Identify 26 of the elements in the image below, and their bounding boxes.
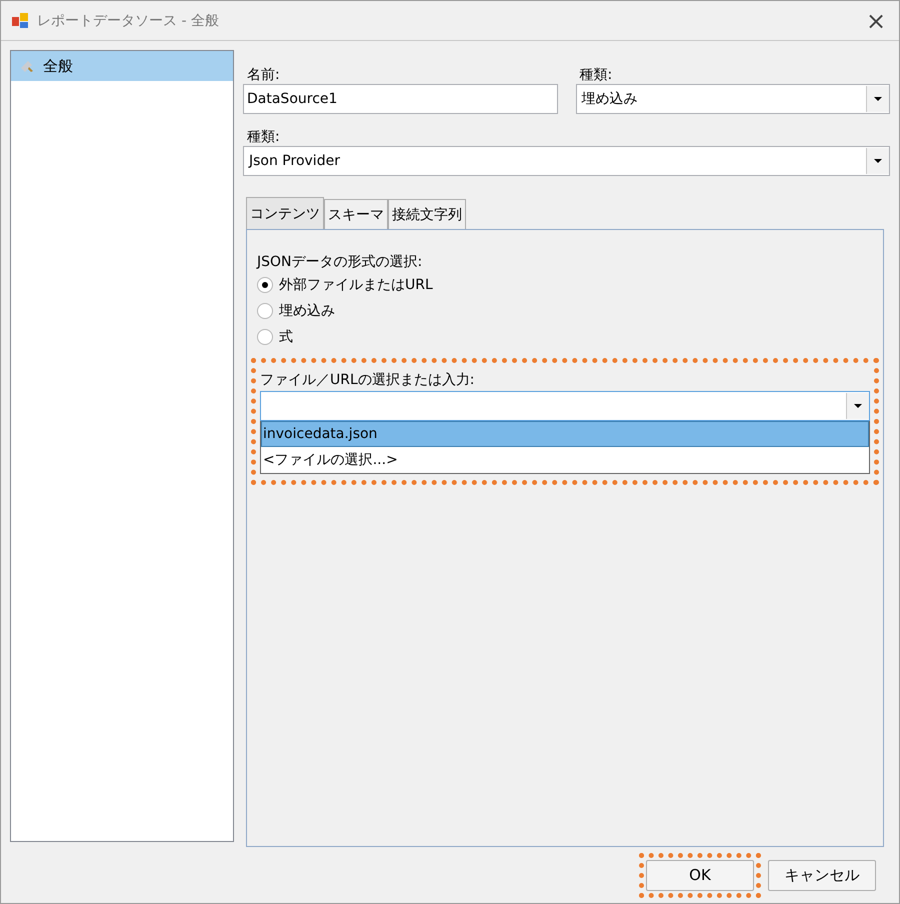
tab[interactable]: スキーマ	[324, 199, 388, 229]
provider-dropdown[interactable]: Json Provider	[243, 146, 890, 176]
dropdown-arrow-icon	[874, 97, 882, 101]
sidebar-item[interactable]: 全般	[11, 51, 233, 81]
field-label: 種類:	[578, 66, 614, 84]
type-dropdown[interactable]: 埋め込み	[576, 84, 890, 114]
field-label: ファイル／URLの選択または入力:	[260, 371, 476, 390]
field-label: 名前:	[246, 66, 281, 84]
file-combo-field[interactable]	[260, 391, 870, 421]
app-icon	[11, 12, 29, 30]
radio-button[interactable]: 埋め込み	[257, 298, 883, 324]
dropdown-option[interactable]: <ファイルの選択...>	[261, 447, 869, 473]
tab[interactable]: コンテンツ	[246, 197, 324, 229]
close-button[interactable]: ×	[853, 1, 899, 40]
dialog-button[interactable]: キャンセル	[768, 860, 876, 890]
name-field[interactable]: DataSource1	[243, 84, 558, 114]
dropdown-arrow-icon	[854, 404, 862, 408]
field-label: 種類:	[246, 128, 281, 146]
window-title: レポートデータソース - 全般	[37, 12, 220, 30]
format-label: JSONデータの形式の選択:	[257, 253, 424, 272]
dialog-button[interactable]: OK	[646, 860, 754, 890]
radio-button[interactable]: 式	[257, 324, 883, 350]
tab[interactable]: 接続文字列	[388, 199, 466, 229]
dropdown-option[interactable]: invoicedata.json	[261, 421, 869, 447]
dropdown-arrow-icon	[874, 159, 882, 163]
radio-button[interactable]: 外部ファイルまたはURL	[257, 272, 883, 298]
